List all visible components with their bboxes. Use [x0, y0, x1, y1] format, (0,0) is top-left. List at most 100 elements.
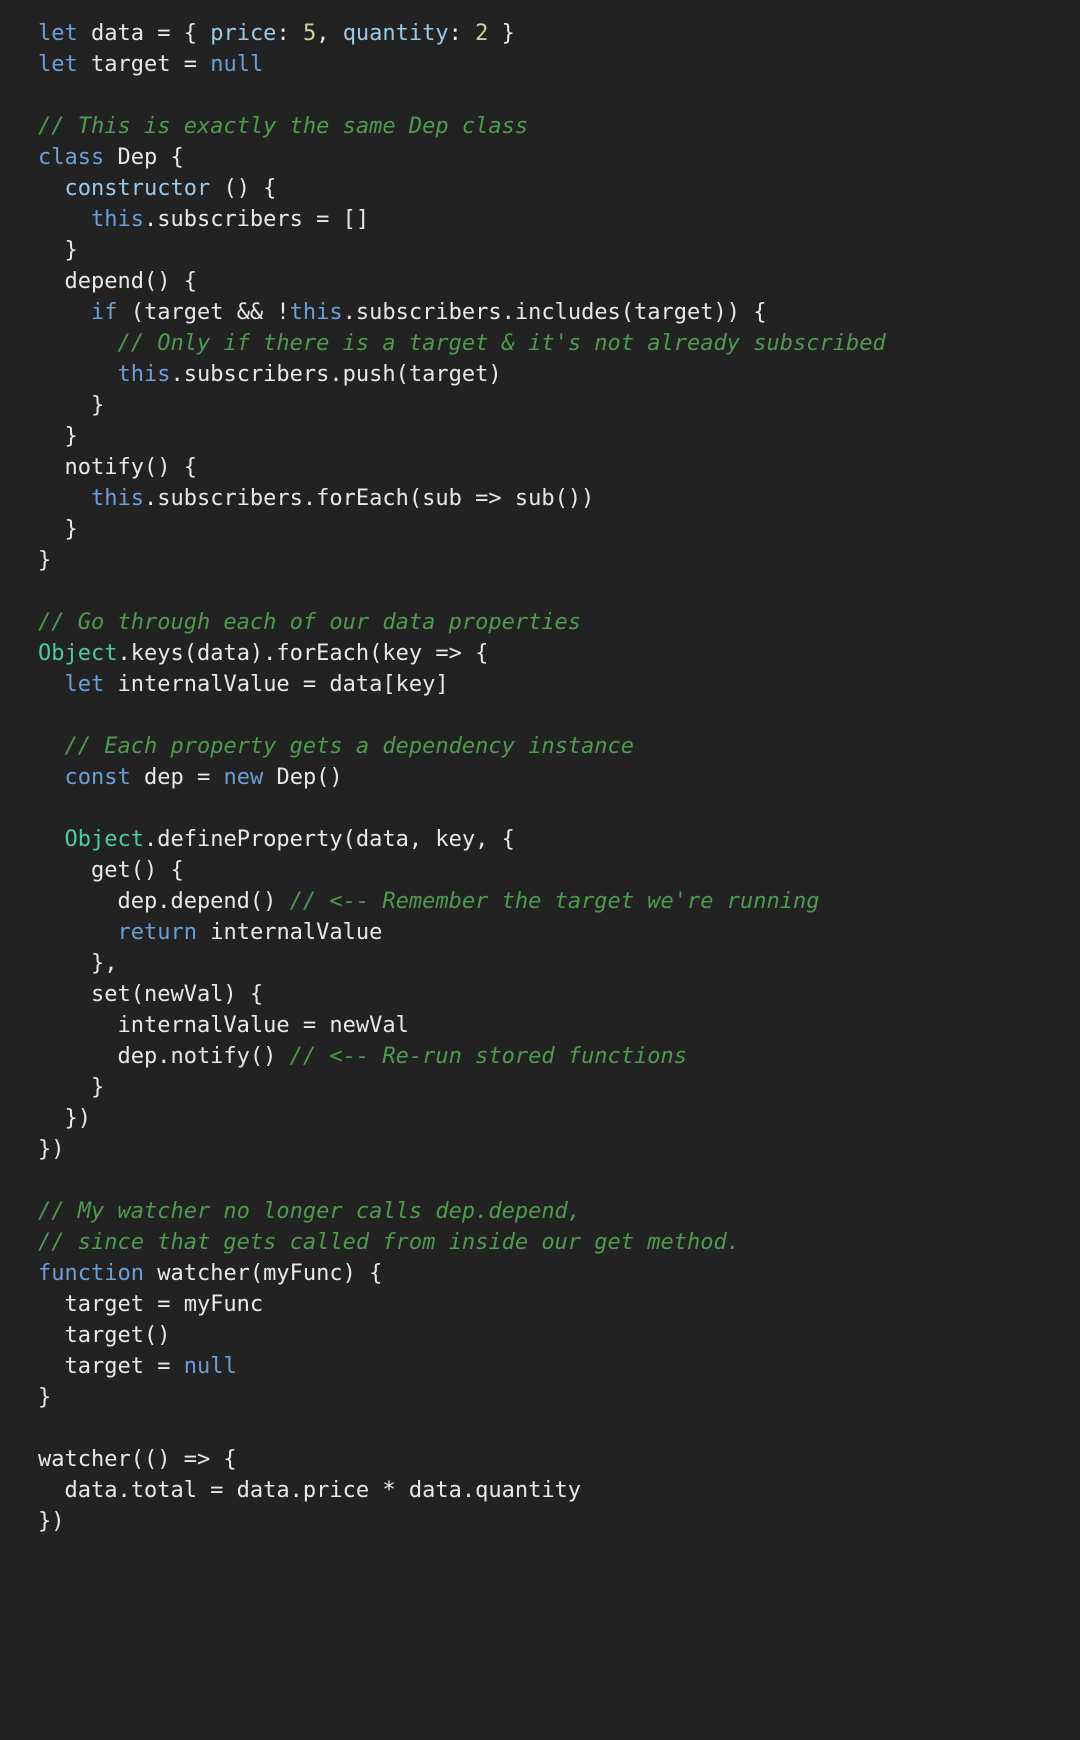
- code-token-pl: }: [488, 21, 515, 46]
- code-token-cm: // <-- Re-run stored functions: [289, 1044, 688, 1069]
- code-line: if (target && !this.subscribers.includes…: [38, 297, 1080, 328]
- code-token-prop: price: [210, 21, 277, 46]
- code-token-pl: internalValue = newVal: [38, 1013, 409, 1038]
- code-token-pl: .subscribers.push(target): [170, 362, 502, 387]
- code-token-pl: :: [276, 21, 303, 46]
- code-token-pl: get() {: [38, 858, 184, 883]
- code-token-num: 2: [475, 21, 489, 46]
- code-token-obj: Object: [38, 641, 118, 666]
- code-token-cm: // This is exactly the same Dep class: [38, 114, 529, 139]
- code-token-pl: notify() {: [38, 455, 197, 480]
- code-line: target = null: [38, 1351, 1080, 1382]
- code-line: },: [38, 948, 1080, 979]
- code-token-pl: target = myFunc: [38, 1292, 264, 1317]
- code-token-pl: target(): [38, 1323, 171, 1348]
- code-line: constructor () {: [38, 173, 1080, 204]
- code-line: dep.depend() // <-- Remember the target …: [38, 886, 1080, 917]
- code-token-pl: .subscribers.forEach(sub => sub()): [143, 486, 595, 511]
- code-line: internalValue = newVal: [38, 1010, 1080, 1041]
- code-line: this.subscribers.push(target): [38, 359, 1080, 390]
- code-line: let target = null: [38, 49, 1080, 80]
- code-token-cm: // since that gets called from inside ou…: [38, 1230, 740, 1255]
- code-line: dep.notify() // <-- Re-run stored functi…: [38, 1041, 1080, 1072]
- code-line: Object.keys(data).forEach(key => {: [38, 638, 1080, 669]
- code-line: target(): [38, 1320, 1080, 1351]
- code-token-pl: }): [38, 1106, 91, 1131]
- code-token-pl: watcher(myFunc) {: [143, 1261, 383, 1286]
- code-token-pl: }: [38, 1075, 105, 1100]
- code-token-pl: ,: [316, 21, 343, 46]
- code-line: // My watcher no longer calls dep.depend…: [38, 1196, 1080, 1227]
- code-token-prop: constructor: [64, 176, 211, 201]
- code-token-kw: function: [38, 1261, 144, 1286]
- code-line: watcher(() => {: [38, 1444, 1080, 1475]
- code-line: // Each property gets a dependency insta…: [38, 731, 1080, 762]
- code-token-pl: () {: [210, 176, 277, 201]
- code-line: ​: [38, 793, 1080, 824]
- code-line: ​: [38, 576, 1080, 607]
- code-token-obj: Object: [64, 827, 144, 852]
- code-line: function watcher(myFunc) {: [38, 1258, 1080, 1289]
- code-token-kw: return: [117, 920, 197, 945]
- code-token-cm: // <-- Remember the target we're running: [289, 889, 820, 914]
- code-token-pl: target =: [38, 1354, 184, 1379]
- code-token-pl: Dep {: [104, 145, 184, 170]
- code-token-cm: // Each property gets a dependency insta…: [64, 734, 635, 759]
- code-token-kw: let: [38, 52, 78, 77]
- code-line: class Dep {: [38, 142, 1080, 173]
- code-line: }: [38, 1382, 1080, 1413]
- code-token-pl: }: [38, 548, 52, 573]
- code-line: }): [38, 1506, 1080, 1537]
- code-token-pl: set(newVal) {: [38, 982, 264, 1007]
- code-token-cm: // Only if there is a target & it's not …: [117, 331, 886, 356]
- code-token-pl: dep.depend(): [38, 889, 290, 914]
- code-token-pl: }: [38, 517, 78, 542]
- code-token-pl: .defineProperty(data, key, {: [143, 827, 515, 852]
- code-line: }: [38, 235, 1080, 266]
- code-token-kw: let: [64, 672, 105, 697]
- code-line: ​: [38, 80, 1080, 111]
- code-editor-content[interactable]: let data = { price: 5, quantity: 2 } let …: [0, 0, 1080, 1537]
- code-token-pl: depend() {: [38, 269, 197, 294]
- code-line: }: [38, 514, 1080, 545]
- code-line: Object.defineProperty(data, key, {: [38, 824, 1080, 855]
- code-token-pl: }: [38, 238, 78, 263]
- code-token-pl: .keys(data).forEach(key => {: [117, 641, 489, 666]
- code-token-pl: internalValue: [196, 920, 383, 945]
- code-token-pl: Dep(): [263, 765, 343, 790]
- code-token-pl: target =: [77, 52, 211, 77]
- code-token-pl: (target && !: [117, 300, 290, 325]
- code-token-pl: watcher(() => {: [38, 1447, 237, 1472]
- code-line: // Go through each of our data propertie…: [38, 607, 1080, 638]
- code-token-pl: data = {: [77, 21, 211, 46]
- code-line: depend() {: [38, 266, 1080, 297]
- code-line: }): [38, 1134, 1080, 1165]
- code-line: }): [38, 1103, 1080, 1134]
- code-line: // Only if there is a target & it's not …: [38, 328, 1080, 359]
- code-line: }: [38, 421, 1080, 452]
- code-line: get() {: [38, 855, 1080, 886]
- code-token-pl: internalValue = data[key]: [104, 672, 449, 697]
- code-token-kw: class: [38, 145, 105, 170]
- code-token-pl: dep.notify(): [38, 1044, 290, 1069]
- code-token-cm: // My watcher no longer calls dep.depend…: [38, 1199, 582, 1224]
- code-token-pl: }): [38, 1509, 65, 1534]
- code-line: this.subscribers.forEach(sub => sub()): [38, 483, 1080, 514]
- code-token-kw: this: [90, 486, 144, 511]
- code-line: // This is exactly the same Dep class: [38, 111, 1080, 142]
- code-line: let data = { price: 5, quantity: 2 }: [38, 18, 1080, 49]
- code-token-kw: let: [38, 21, 78, 46]
- code-token-pl: :: [448, 21, 476, 46]
- code-line: target = myFunc: [38, 1289, 1080, 1320]
- code-line: ​: [38, 1165, 1080, 1196]
- code-line: ​: [38, 700, 1080, 731]
